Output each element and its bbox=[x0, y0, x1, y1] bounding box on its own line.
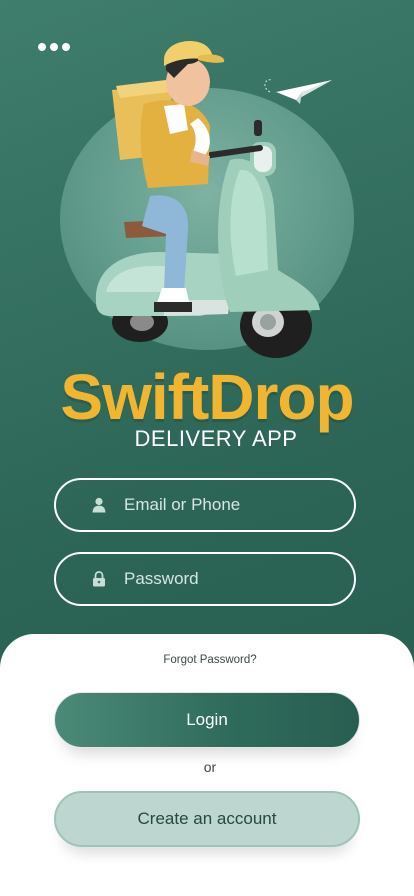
create-account-button[interactable]: Create an account bbox=[54, 791, 360, 847]
password-input[interactable] bbox=[122, 568, 336, 590]
lock-icon bbox=[90, 570, 108, 588]
forgot-password-link[interactable]: Forgot Password? bbox=[0, 654, 414, 666]
login-button[interactable]: Login bbox=[54, 692, 360, 748]
menu-dot bbox=[38, 43, 46, 51]
email-field[interactable] bbox=[54, 478, 356, 532]
menu-dot bbox=[62, 43, 70, 51]
email-input[interactable] bbox=[122, 494, 336, 516]
password-field[interactable] bbox=[54, 552, 356, 606]
login-screen: SwiftDrop DELIVERY APP Forgot Password? … bbox=[0, 0, 414, 896]
or-separator: or bbox=[203, 759, 217, 775]
more-dots-icon[interactable] bbox=[38, 40, 72, 54]
menu-dot bbox=[50, 43, 58, 51]
user-icon bbox=[90, 496, 108, 514]
delivery-scooter-illustration bbox=[95, 41, 320, 358]
app-brand-title: SwiftDrop bbox=[60, 361, 354, 433]
app-tagline: DELIVERY APP bbox=[134, 426, 298, 451]
